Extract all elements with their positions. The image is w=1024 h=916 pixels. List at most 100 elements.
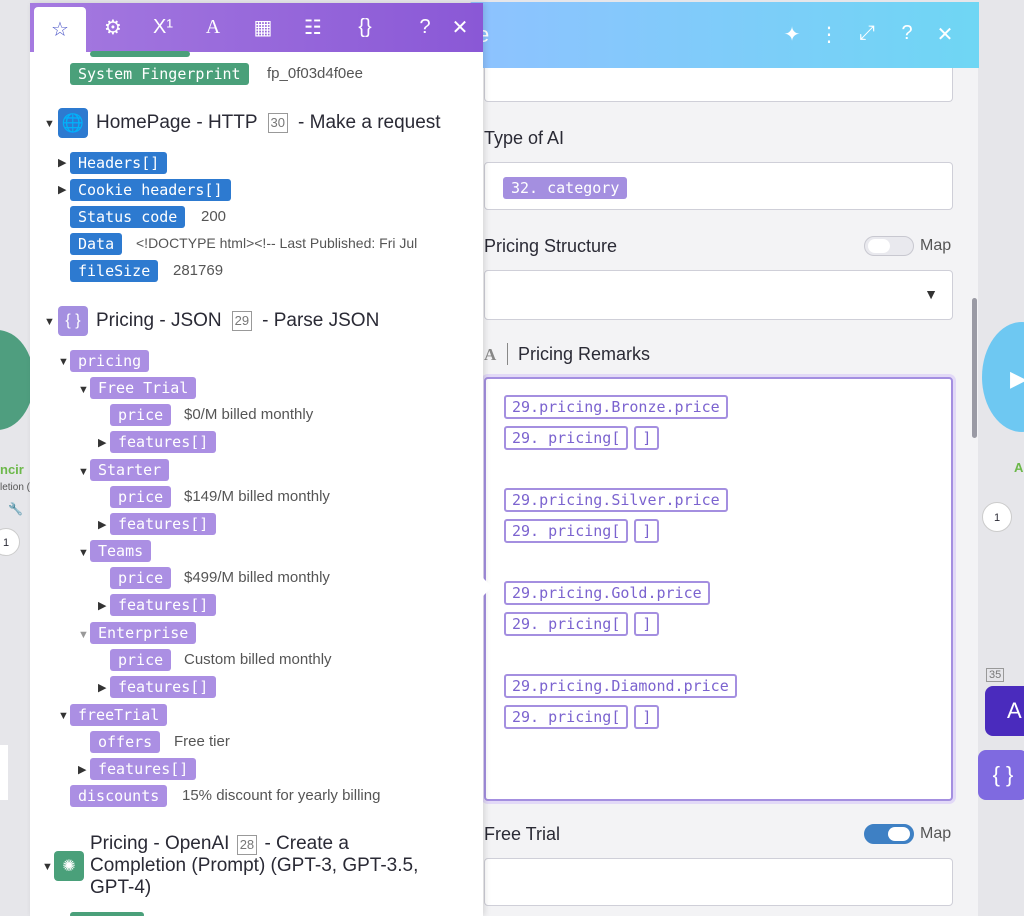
status-code-pill[interactable]: Status code [70, 206, 186, 228]
table-icon[interactable]: ☷ [288, 3, 338, 52]
cookie-headers-pill[interactable]: Cookie headers[] [70, 179, 231, 201]
gear-icon[interactable]: ⚙ [88, 3, 138, 52]
collapse-caret[interactable]: ▼ [42, 861, 53, 873]
mapped-variable-tag[interactable]: 29.pricing.Gold.price [504, 580, 710, 605]
map-toggle-switch-on[interactable] [864, 824, 914, 844]
json-module-number: 29 [231, 311, 253, 331]
json-functions-icon[interactable]: {} [340, 3, 390, 52]
tier-features-pill[interactable]: features[] [110, 431, 217, 453]
openai-title-line3: GPT-4) [90, 877, 152, 898]
collapse-caret[interactable]: ▼ [78, 466, 89, 478]
tier-features-pill[interactable]: features[] [110, 676, 217, 698]
map-toggle-switch[interactable] [864, 236, 914, 256]
right-module-button[interactable]: A [985, 686, 1024, 736]
json-title-text: Pricing - JSON [96, 310, 222, 331]
discounts-value: 15% discount for yearly billing [182, 787, 381, 804]
discounts-pill[interactable]: discounts [70, 785, 168, 807]
mapped-variable-tag[interactable]: 29.pricing.Diamond.price [504, 673, 737, 698]
tier-name-pill[interactable]: Teams [90, 540, 152, 562]
pricing-remarks-textarea[interactable]: 29.pricing.Bronze.price 29. pricing[] 29.p… [484, 377, 953, 801]
filesize-pill[interactable]: fileSize [70, 260, 159, 282]
top-field[interactable] [484, 68, 953, 102]
tier-name-pill[interactable]: Starter [90, 459, 170, 481]
mapped-variable-tag[interactable]: 29.pricing.Silver.price [504, 487, 728, 512]
json-module-title[interactable]: { } Pricing - JSON 29 - Parse JSON [58, 306, 379, 336]
free-trial-field[interactable] [484, 858, 953, 906]
tier-name-pill[interactable]: Free Trial [90, 377, 197, 399]
mapped-variable-tag[interactable]: ] [634, 518, 660, 543]
mapped-variable-tag[interactable]: ] [634, 425, 660, 450]
mapped-variable-tag[interactable]: ] [634, 611, 660, 636]
tier-price-pill[interactable]: price [110, 567, 172, 589]
tier-price-pill[interactable]: price [110, 404, 172, 426]
more-menu-icon[interactable]: ⋮ [816, 22, 842, 47]
partial-pill[interactable] [70, 912, 144, 916]
tier-name-pill[interactable]: Enterprise [90, 622, 197, 644]
pricing-pill[interactable]: pricing [70, 350, 150, 372]
pricing-structure-select[interactable]: ▼ [484, 270, 953, 320]
text-functions-icon[interactable]: A [188, 3, 238, 52]
openai-module-title[interactable]: Pricing - OpenAI 28 - Create a Completio… [90, 833, 418, 899]
mapped-variable-tag[interactable]: 29.pricing.Bronze.price [504, 394, 728, 419]
free-trial-map-toggle[interactable]: Map [864, 824, 951, 844]
tier-price-pill[interactable]: price [110, 486, 172, 508]
openai-module-number: 28 [236, 835, 258, 855]
mapping-panel: ☆ ⚙ X¹ A ▦ ☷ {} ? ✕ System Fingerprint f… [30, 3, 483, 916]
scrollbar[interactable] [972, 298, 977, 438]
data-pill[interactable]: Data [70, 233, 123, 255]
pricing-structure-map-toggle[interactable]: Map [864, 236, 951, 256]
star-icon[interactable]: ☆ [34, 7, 86, 52]
close-icon[interactable]: ✕ [932, 22, 958, 47]
chevron-down-icon[interactable]: ▼ [924, 286, 938, 302]
expand-caret[interactable]: ▶ [98, 518, 106, 531]
mapped-variable-tag[interactable]: 29. pricing[ [504, 518, 629, 543]
tier-price-value: $499/M billed monthly [184, 569, 330, 586]
system-fingerprint-value: fp_0f03d4f0ee [267, 65, 363, 82]
status-code-value: 200 [201, 208, 227, 225]
expand-icon[interactable]: ⤢ [854, 22, 880, 45]
type-of-ai-label: Type of AI [484, 128, 565, 148]
expand-caret[interactable]: ▶ [98, 681, 106, 694]
right-module-num: 35 [986, 668, 1005, 682]
expand-caret[interactable]: ▶ [58, 156, 66, 169]
expand-caret[interactable]: ▶ [98, 436, 106, 449]
mapped-variable-tag[interactable]: ] [634, 704, 660, 729]
mapped-variable-tag[interactable]: 29. pricing[ [504, 425, 629, 450]
openai-title-line2: Completion (Prompt) (GPT-3, GPT-3.5, [90, 855, 419, 876]
wrench-icon[interactable]: 🔧 [8, 502, 23, 516]
remarks-line: 29. pricing[] [504, 608, 951, 639]
collapse-caret[interactable]: ▼ [44, 118, 55, 130]
system-fingerprint-pill[interactable]: System Fingerprint [70, 63, 249, 85]
tier-features-pill[interactable]: features[] [110, 513, 217, 535]
http-module-title[interactable]: 🌐 HomePage - HTTP 30 - Make a request [58, 108, 441, 138]
offers-pill[interactable]: offers [90, 731, 161, 753]
tier-price-value: $149/M billed monthly [184, 488, 330, 505]
help-icon[interactable]: ? [894, 22, 920, 45]
collapse-caret[interactable]: ▼ [78, 384, 89, 396]
json-action-text: - Parse JSON [262, 310, 380, 331]
mapped-variable-tag[interactable]: 29. pricing[ [504, 611, 629, 636]
freetrial-pill[interactable]: freeTrial [70, 704, 168, 726]
sparkle-icon[interactable]: ✦ [779, 22, 805, 47]
expand-caret[interactable]: ▶ [78, 763, 86, 776]
freetrial-features-pill[interactable]: features[] [90, 758, 197, 780]
tier-price-pill[interactable]: price [110, 649, 172, 671]
collapse-caret[interactable]: ▼ [78, 629, 89, 641]
expand-caret[interactable]: ▶ [98, 599, 106, 612]
close-icon[interactable]: ✕ [435, 3, 483, 52]
openai-node-left[interactable] [0, 330, 34, 430]
mapped-variable-tag[interactable]: 29. pricing[ [504, 704, 629, 729]
right-json-module-icon[interactable]: { } [978, 750, 1024, 800]
type-of-ai-field[interactable]: 32. category [484, 162, 953, 210]
collapse-caret[interactable]: ▼ [78, 547, 89, 559]
headers-pill[interactable]: Headers[] [70, 152, 168, 174]
tier-features-pill[interactable]: features[] [110, 594, 217, 616]
expand-caret[interactable]: ▶ [58, 183, 66, 196]
math-functions-icon[interactable]: X¹ [138, 3, 188, 52]
calendar-icon[interactable]: ▦ [238, 3, 288, 52]
category-tag[interactable]: 32. category [503, 177, 628, 199]
partial-pill[interactable] [90, 51, 190, 57]
collapse-caret[interactable]: ▼ [58, 356, 69, 368]
collapse-caret[interactable]: ▼ [44, 316, 55, 328]
collapse-caret[interactable]: ▼ [58, 710, 69, 722]
